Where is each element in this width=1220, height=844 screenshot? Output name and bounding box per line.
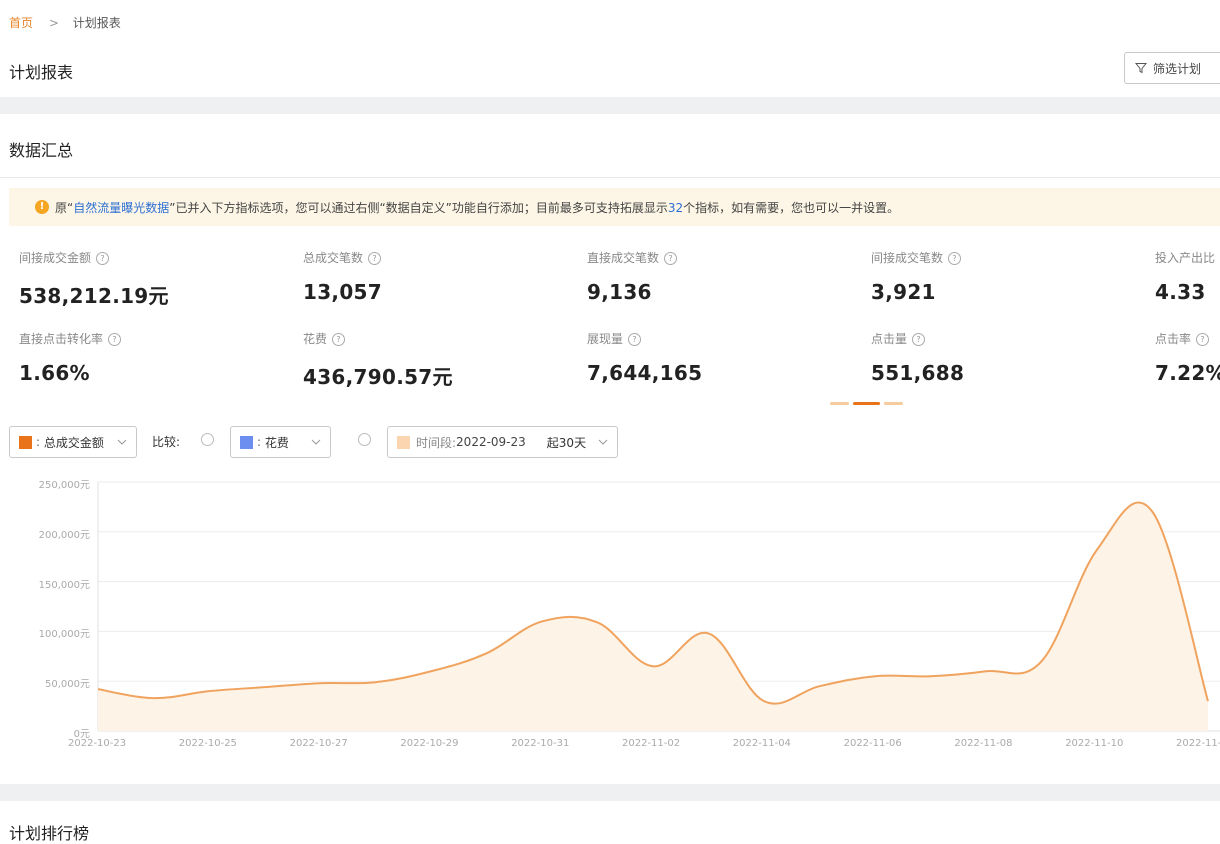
compare-color-swatch: [240, 435, 253, 449]
metric-value: 4.33: [1155, 280, 1206, 304]
help-icon[interactable]: ?: [96, 252, 110, 265]
filter-icon: [1135, 63, 1147, 74]
x-tick-label: 2022-10-31: [511, 738, 570, 749]
period-select[interactable]: 时间段: 2022-09-23 起30天: [387, 426, 618, 458]
compare-label: 比较:: [152, 435, 181, 449]
x-tick-label: 2022-11-02: [622, 738, 681, 749]
metric-value: 9,136: [587, 280, 652, 304]
metric-color-swatch: [19, 435, 32, 449]
x-tick-label: 2022-11-10: [1065, 738, 1124, 749]
compare-select-value: 花费: [264, 435, 289, 450]
x-tick-label: 2022-11-06: [843, 738, 902, 749]
metric-ctr[interactable]: 点击率? 7.22%: [1155, 330, 1220, 385]
breadcrumb: 首页 > 计划报表: [9, 14, 121, 31]
period-date: 2022-09-23: [456, 435, 526, 449]
period-color-swatch: [397, 435, 410, 449]
metric-clicks[interactable]: 点击量? 551,688: [871, 330, 964, 385]
y-tick-label: 200,000元: [38, 529, 90, 541]
y-tick-label: 100,000元: [38, 629, 90, 641]
help-icon[interactable]: ?: [332, 333, 346, 346]
breadcrumb-current: 计划报表: [72, 16, 121, 30]
help-icon[interactable]: ?: [108, 333, 122, 346]
y-tick-label: 150,000元: [38, 579, 90, 591]
x-tick-label: 2022-10-25: [178, 738, 237, 749]
trend-chart-svg: [97, 481, 1220, 732]
x-tick-label: 2022-11-1: [1176, 738, 1220, 749]
x-tick-label: 2022-10-29: [400, 738, 459, 749]
metric-cost[interactable]: 花费? 436,790.57元: [303, 330, 453, 390]
breadcrumb-separator: >: [48, 16, 59, 30]
notice-highlight[interactable]: 自然流量曝光数据: [73, 201, 169, 215]
chevron-down-icon: [311, 439, 321, 445]
x-tick-label: 2022-10-27: [289, 738, 348, 749]
help-icon[interactable]: ?: [912, 333, 926, 346]
period-range: 起30天: [546, 435, 587, 450]
metric-select-value: 总成交金额: [43, 435, 104, 450]
metric-select[interactable]: : 总成交金额: [9, 426, 137, 458]
metric-value: 3,921: [871, 280, 936, 304]
x-tick-label: 2022-11-04: [732, 738, 791, 749]
metric-total-orders[interactable]: 总成交笔数? 13,057: [303, 249, 382, 304]
divider: [0, 177, 1220, 178]
compare-radio[interactable]: [201, 433, 214, 446]
metric-value: 538,212.19元: [19, 284, 169, 308]
help-icon[interactable]: ?: [948, 252, 962, 265]
metric-indirect-orders[interactable]: 间接成交笔数? 3,921: [871, 249, 962, 304]
chevron-down-icon: [598, 439, 608, 445]
pager-dot-3[interactable]: [884, 402, 903, 405]
metric-value: 7.22%: [1155, 361, 1220, 385]
x-tick-label: 2022-11-08: [954, 738, 1013, 749]
summary-title: 数据汇总: [9, 141, 74, 160]
help-icon[interactable]: ?: [368, 252, 382, 265]
filter-plan-button[interactable]: 筛选计划: [1124, 52, 1220, 84]
period-radio[interactable]: [358, 433, 371, 446]
help-icon[interactable]: ?: [664, 252, 678, 265]
metric-roi[interactable]: 投入产出比 4.33: [1155, 249, 1220, 304]
x-tick-label: 2022-10-23: [68, 738, 127, 749]
compare-select[interactable]: : 花费: [230, 426, 331, 458]
metric-value: 1.66%: [19, 361, 90, 385]
metric-value: 13,057: [303, 280, 382, 304]
y-tick-label: 250,000元: [38, 480, 90, 491]
filter-plan-label: 筛选计划: [1153, 61, 1202, 76]
metric-direct-orders[interactable]: 直接成交笔数? 9,136: [587, 249, 678, 304]
breadcrumb-home-link[interactable]: 首页: [9, 16, 33, 30]
ranking-title: 计划排行榜: [9, 824, 90, 843]
pager-dot-1[interactable]: [830, 402, 849, 405]
section-separator: [0, 784, 1220, 801]
chevron-down-icon: [117, 439, 127, 445]
series-area: [98, 502, 1208, 731]
notice-text: 原“自然流量曝光数据”已并入下方指标选项，您可以通过右侧“数据自定义”功能自行添…: [55, 200, 900, 215]
pager-dot-2[interactable]: [853, 402, 880, 405]
metric-indirect-amount[interactable]: 间接成交金额? 538,212.19元: [19, 249, 169, 309]
period-label: 时间段:: [416, 435, 457, 450]
warning-icon: !: [35, 200, 49, 214]
metric-value: 436,790.57元: [303, 365, 453, 389]
metric-value: 551,688: [871, 361, 965, 385]
page-title: 计划报表: [9, 63, 74, 82]
info-notice: ! 原“自然流量曝光数据”已并入下方指标选项，您可以通过右侧“数据自定义”功能自…: [9, 188, 1220, 226]
help-icon[interactable]: ?: [1196, 333, 1210, 346]
metric-value: 7,644,165: [587, 361, 703, 385]
metric-impressions[interactable]: 展现量? 7,644,165: [587, 330, 702, 385]
trend-chart: [0, 470, 1220, 760]
y-tick-label: 50,000元: [45, 679, 90, 691]
help-icon[interactable]: ?: [628, 333, 642, 346]
metric-direct-cvr[interactable]: 直接点击转化率? 1.66%: [19, 330, 122, 385]
section-separator: [0, 97, 1220, 114]
